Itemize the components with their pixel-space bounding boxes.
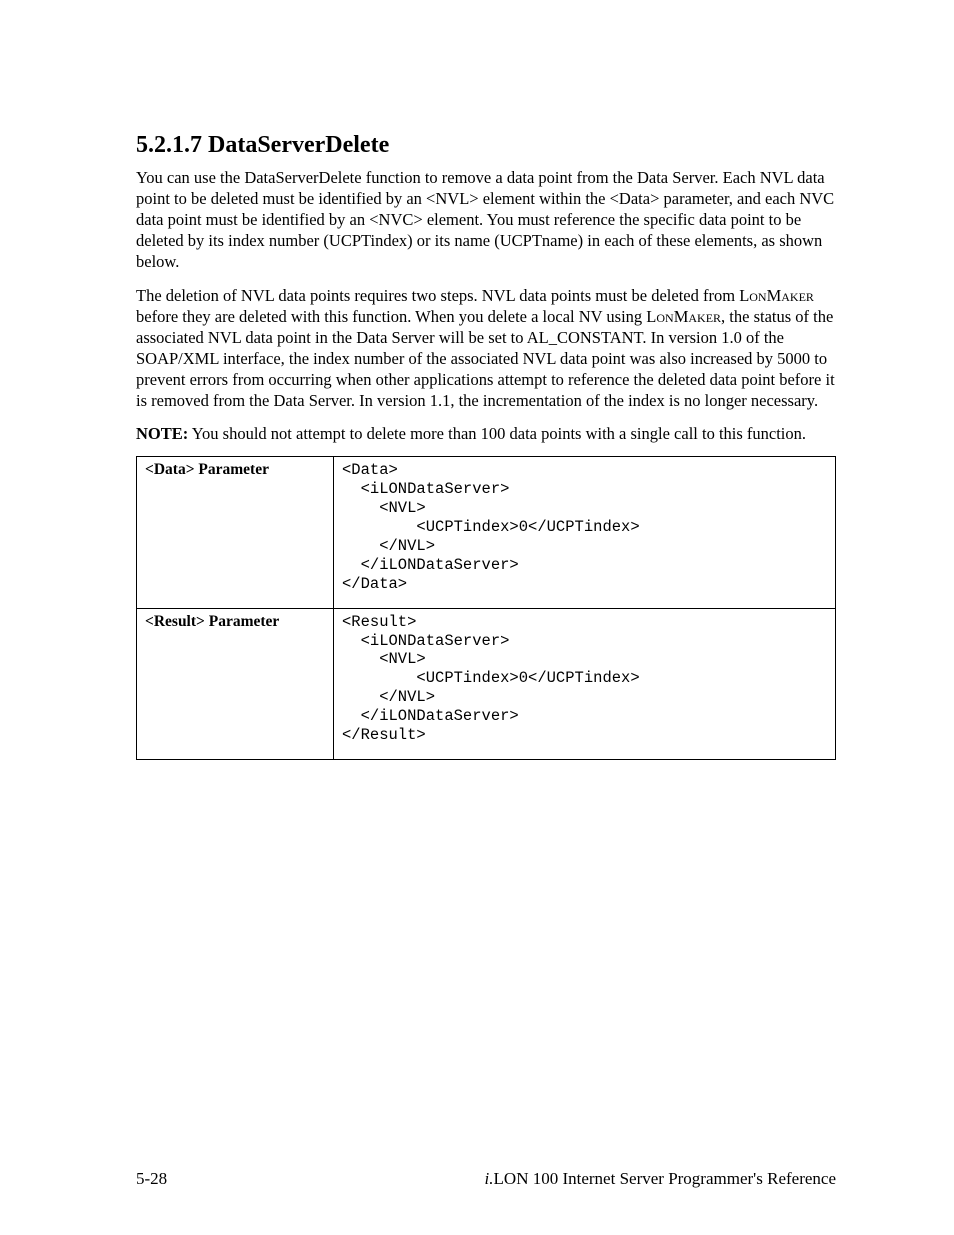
book-title-text: LON 100 Internet Server Programmer's Ref… [494,1169,836,1188]
table-row: <Result> Parameter <Result> <iLONDataSer… [137,608,836,759]
data-parameter-code: <Data> <iLONDataServer> <NVL> <UCPTindex… [334,457,836,608]
result-parameter-label: <Result> Parameter [137,608,334,759]
result-parameter-code: <Result> <iLONDataServer> <NVL> <UCPTind… [334,608,836,759]
page-number: 5-28 [136,1169,167,1189]
book-title-prefix: i. [485,1169,494,1188]
code-block: <Result> <iLONDataServer> <NVL> <UCPTind… [342,613,827,745]
para2-part-a: The deletion of NVL data points requires… [136,286,739,305]
note-text: You should not attempt to delete more th… [188,424,806,443]
product-name: LonMaker [739,286,814,305]
section-heading: 5.2.1.7 DataServerDelete [136,132,836,159]
note-label: NOTE: [136,424,188,443]
table-row: <Data> Parameter <Data> <iLONDataServer>… [137,457,836,608]
paragraph-2: The deletion of NVL data points requires… [136,285,836,412]
data-parameter-label: <Data> Parameter [137,457,334,608]
document-page: 5.2.1.7 DataServerDelete You can use the… [0,0,954,1235]
note-paragraph: NOTE: You should not attempt to delete m… [136,423,836,444]
page-footer: 5-28 i.LON 100 Internet Server Programme… [136,1169,836,1189]
book-title: i.LON 100 Internet Server Programmer's R… [485,1169,836,1189]
parameter-table: <Data> Parameter <Data> <iLONDataServer>… [136,456,836,760]
code-block: <Data> <iLONDataServer> <NVL> <UCPTindex… [342,461,827,593]
paragraph-1: You can use the DataServerDelete functio… [136,167,836,273]
para2-part-b: before they are deleted with this functi… [136,307,646,326]
product-name: LonMaker [646,307,721,326]
